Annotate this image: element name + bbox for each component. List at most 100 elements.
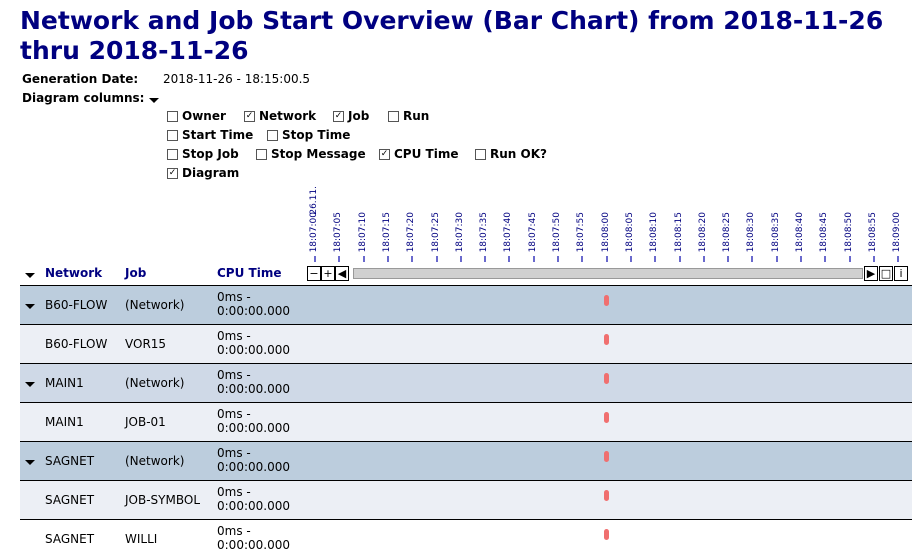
job-start-marker[interactable] <box>603 490 609 501</box>
diagram-columns-dropdown-icon[interactable] <box>149 98 159 103</box>
job-row[interactable]: SAGNET JOB-SYMBOL 0ms -0:00:00.000 <box>20 480 912 519</box>
fit-button[interactable]: □ <box>879 266 893 281</box>
tick-mark <box>678 256 681 262</box>
tick-mark <box>800 256 802 262</box>
column-checkbox-cpu-time[interactable]: ✓ CPU Time <box>379 147 458 161</box>
column-checkbox-stop-job[interactable]: Stop Job <box>167 147 239 161</box>
timeline-scrollbar[interactable] <box>353 268 863 279</box>
tick-label: 18:08:50 <box>843 212 854 253</box>
checkbox[interactable] <box>167 129 178 141</box>
column-checkbox-diagram[interactable]: ✓ Diagram <box>167 166 239 180</box>
network-row[interactable]: B60-FLOW (Network) 0ms -0:00:00.000 <box>20 285 912 324</box>
job-cell: VOR15 <box>125 337 167 351</box>
tick-mark <box>702 256 705 262</box>
checkbox[interactable] <box>167 148 178 160</box>
job-start-marker[interactable] <box>603 412 609 423</box>
cpu-time-cell-2: 0:00:00.000 <box>217 343 290 357</box>
checkbox[interactable] <box>167 110 178 122</box>
column-checkbox-owner[interactable]: Owner <box>167 109 226 123</box>
checkbox-label: Network <box>259 109 317 123</box>
zoom-out-button[interactable]: − <box>307 266 321 281</box>
tick-label: 18:08:40 <box>795 212 805 253</box>
network-row[interactable]: MAIN1 (Network) 0ms -0:00:00.000 <box>20 363 912 402</box>
network-cell: MAIN1 <box>45 415 84 429</box>
tick-label: 18:08:10 <box>649 212 660 253</box>
tick-mark <box>848 256 851 262</box>
job-start-marker[interactable] <box>603 529 609 540</box>
job-cell: WILLI <box>125 532 158 546</box>
tick-label: 18:08:00 <box>600 212 611 253</box>
collapse-all-icon[interactable] <box>25 273 35 278</box>
scroll-right-button[interactable]: ▶ <box>864 266 878 281</box>
network-cell: B60-FLOW <box>45 337 108 351</box>
job-row[interactable]: MAIN1 JOB-01 0ms -0:00:00.000 <box>20 402 912 441</box>
network-cell: B60-FLOW <box>45 298 108 312</box>
header-network[interactable]: Network <box>45 266 102 280</box>
tick-mark <box>338 256 341 262</box>
generation-date-value: 2018-11-26 - 18:15:00.5 <box>163 72 311 86</box>
checkbox[interactable] <box>256 148 267 160</box>
job-start-marker[interactable] <box>603 373 609 384</box>
job-cell: JOB-SYMBOL <box>125 493 200 507</box>
checkbox[interactable] <box>267 129 278 141</box>
cpu-time-cell-2: 0:00:00.000 <box>217 460 290 474</box>
tick-label: 18:07:45 <box>527 212 538 253</box>
tick-label: 18:08:20 <box>697 212 708 253</box>
column-checkbox-run[interactable]: Run <box>388 109 429 123</box>
tick-label: 18:08:35 <box>770 212 781 253</box>
tick-mark <box>435 256 438 262</box>
tick-mark <box>484 256 487 262</box>
tick-mark <box>727 256 730 262</box>
checkbox[interactable] <box>475 148 486 160</box>
job-row[interactable]: SAGNET WILLI 0ms -0:00:00.000 <box>20 519 912 558</box>
checkbox-label: Run <box>403 109 430 123</box>
job-cell: (Network) <box>125 298 185 312</box>
tick-label: 18:08:15 <box>673 212 684 253</box>
column-checkbox-stop-message[interactable]: Stop Message <box>256 147 366 161</box>
cpu-time-cell: 0ms - <box>217 485 251 499</box>
zoom-in-button[interactable]: + <box>321 266 335 281</box>
network-cell: SAGNET <box>45 532 95 546</box>
cpu-time-cell: 0ms - <box>217 368 251 382</box>
page-title: Network and Job Start Overview (Bar Char… <box>20 6 884 65</box>
tick-mark <box>605 256 608 262</box>
tick-label: 18:08:30 <box>746 212 757 253</box>
cpu-time-cell-2: 0:00:00.000 <box>217 421 290 435</box>
column-checkbox-start-time[interactable]: Start Time <box>167 128 253 142</box>
checkbox[interactable]: ✓ <box>379 148 390 160</box>
checkbox[interactable]: ✓ <box>333 110 344 122</box>
tick-mark <box>362 256 365 262</box>
tick-mark <box>314 256 316 262</box>
column-checkbox-stop-time[interactable]: Stop Time <box>267 128 350 142</box>
date-label: 26.11. <box>309 186 319 215</box>
job-start-marker[interactable] <box>603 295 609 306</box>
tick-label: 18:07:00 <box>309 212 319 253</box>
tick-mark <box>411 256 414 262</box>
header-job[interactable]: Job <box>125 266 146 280</box>
job-row[interactable]: B60-FLOW VOR15 0ms -0:00:00.000 <box>20 324 912 363</box>
checkbox-label: Stop Time <box>282 128 351 142</box>
collapse-icon[interactable] <box>25 304 35 309</box>
job-start-marker[interactable] <box>603 451 609 462</box>
checkbox[interactable]: ✓ <box>244 110 255 122</box>
tick-mark <box>824 256 827 262</box>
header-cpu-time[interactable]: CPU Time <box>217 266 281 280</box>
checkbox-label: Owner <box>182 109 226 123</box>
job-start-marker[interactable] <box>603 334 609 345</box>
column-checkbox-run-ok-[interactable]: Run OK? <box>475 147 547 161</box>
tick-mark <box>629 256 632 262</box>
collapse-icon[interactable] <box>25 382 35 387</box>
checkbox[interactable]: ✓ <box>167 167 178 179</box>
collapse-icon[interactable] <box>25 460 35 465</box>
tick-mark <box>459 256 462 262</box>
column-checkbox-network[interactable]: ✓ Network <box>244 109 316 123</box>
tick-label: 18:08:45 <box>819 212 830 253</box>
network-row[interactable]: SAGNET (Network) 0ms -0:00:00.000 <box>20 441 912 480</box>
network-cell: SAGNET <box>45 493 95 507</box>
scroll-left-button[interactable]: ◀ <box>335 266 349 281</box>
column-checkbox-job[interactable]: ✓ Job <box>333 109 369 123</box>
checkbox[interactable] <box>388 110 399 122</box>
info-button[interactable]: i <box>894 266 908 281</box>
tick-label: 18:07:40 <box>503 212 514 253</box>
checkbox-label: Stop Message <box>271 147 366 161</box>
